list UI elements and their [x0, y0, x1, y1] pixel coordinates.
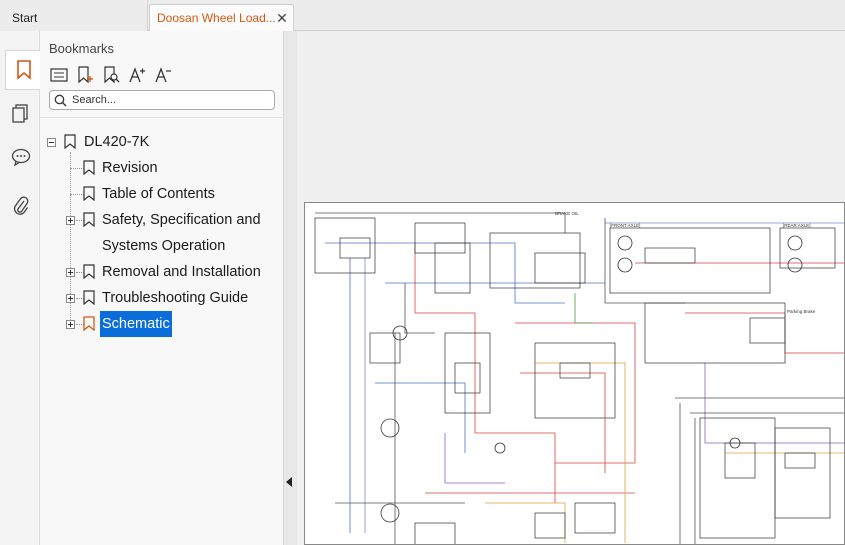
- bookmark-search[interactable]: [49, 90, 275, 110]
- bookmark-item-table-of-contents[interactable]: Table of Contents: [40, 181, 283, 207]
- bookmark-label: Removal and Installation: [102, 264, 261, 280]
- expand-toggle[interactable]: [66, 268, 75, 277]
- text-smaller-icon[interactable]: [152, 64, 174, 86]
- bookmark-label: Systems Operation: [102, 238, 226, 254]
- bookmark-label: Revision: [102, 160, 158, 176]
- bookmark-icon: [83, 316, 95, 331]
- comment-icon[interactable]: [4, 137, 38, 177]
- collapse-toggle[interactable]: [47, 138, 56, 147]
- tab-start[interactable]: Start: [0, 0, 148, 31]
- bookmark-icon: [83, 186, 95, 201]
- bookmark-item-schematic[interactable]: Schematic: [40, 311, 283, 337]
- bookmark-item-safety-cont[interactable]: Systems Operation: [40, 233, 283, 259]
- bookmarks-panel: Bookmarks Search... DL420-7K Revision Ta…: [40, 31, 283, 545]
- bookmarks-toolbar: [48, 64, 174, 86]
- bookmark-icon: [83, 290, 95, 305]
- text-larger-icon[interactable]: [126, 64, 148, 86]
- bookmark-icon: [64, 134, 76, 149]
- bookmark-root[interactable]: DL420-7K: [40, 129, 283, 155]
- attachment-icon[interactable]: [4, 186, 38, 226]
- bookmark-icon[interactable]: [5, 50, 41, 90]
- pages-icon[interactable]: [4, 94, 38, 134]
- bookmark-label: Schematic: [100, 311, 172, 337]
- bookmark-options-icon[interactable]: [48, 64, 70, 86]
- bookmark-icon: [83, 212, 95, 227]
- document-viewer[interactable]: [FRONT AXLE] [REAR AXLE] BRAKE OIL Parki…: [297, 31, 845, 545]
- side-rail: [0, 31, 41, 545]
- label-brake-oil: BRAKE OIL: [555, 211, 579, 216]
- tab-bar: Start Doosan Wheel Load... ✕: [0, 0, 845, 32]
- divider: [40, 117, 283, 118]
- bookmark-item-removal[interactable]: Removal and Installation: [40, 259, 283, 285]
- tab-document[interactable]: Doosan Wheel Load... ✕: [149, 4, 294, 32]
- label-parking-brake: Parking Brake: [787, 309, 816, 314]
- bookmark-item-revision[interactable]: Revision: [40, 155, 283, 181]
- label-front-axle: [FRONT AXLE]: [610, 223, 640, 228]
- tab-document-label: Doosan Wheel Load...: [157, 11, 276, 25]
- bookmark-label: Safety, Specification and: [102, 212, 261, 228]
- bookmark-icon: [83, 264, 95, 279]
- document-page: [FRONT AXLE] [REAR AXLE] BRAKE OIL Parki…: [304, 202, 845, 545]
- bookmark-label: DL420-7K: [84, 134, 150, 150]
- expand-toggle[interactable]: [66, 216, 75, 225]
- bookmark-label: Table of Contents: [102, 186, 215, 202]
- label-rear-axle: [REAR AXLE]: [783, 223, 811, 228]
- collapse-panel-icon[interactable]: [286, 477, 292, 487]
- find-bookmark-icon[interactable]: [100, 64, 122, 86]
- close-icon[interactable]: ✕: [275, 5, 289, 32]
- tab-start-label: Start: [12, 11, 38, 25]
- search-input[interactable]: [72, 93, 267, 107]
- bookmark-item-safety[interactable]: Safety, Specification and: [40, 207, 283, 233]
- bookmark-icon: [83, 160, 95, 175]
- bookmark-label: Troubleshooting Guide: [102, 290, 249, 306]
- hydraulic-schematic: [FRONT AXLE] [REAR AXLE] BRAKE OIL Parki…: [314, 211, 844, 544]
- search-icon: [54, 94, 67, 112]
- bookmark-item-troubleshooting[interactable]: Troubleshooting Guide: [40, 285, 283, 311]
- panel-title: Bookmarks: [49, 41, 115, 56]
- expand-toggle[interactable]: [66, 320, 75, 329]
- expand-toggle[interactable]: [66, 294, 75, 303]
- add-bookmark-icon[interactable]: [74, 64, 96, 86]
- panel-splitter[interactable]: [283, 31, 297, 545]
